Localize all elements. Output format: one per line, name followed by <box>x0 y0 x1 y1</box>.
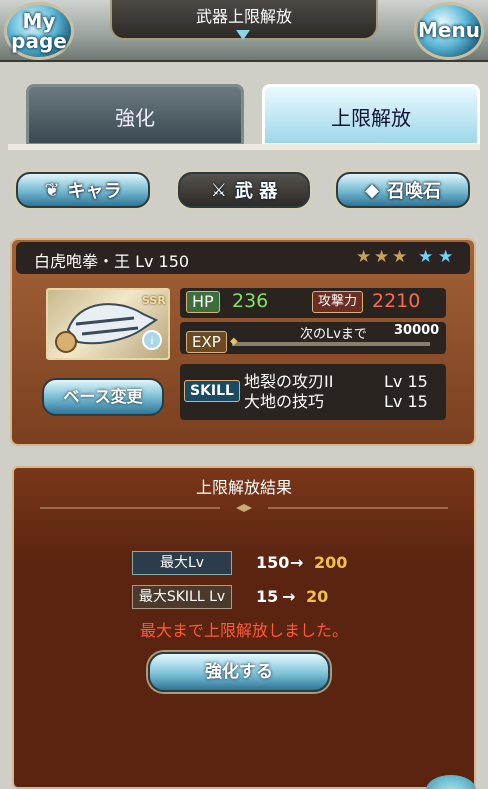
attack-label: 攻撃力 <box>312 291 364 313</box>
rarity-star-blue-icon: ★ <box>418 247 434 267</box>
skill-level: Lv 15 <box>384 372 428 391</box>
exp-label: EXP <box>186 331 227 353</box>
max-skill-new: 20 <box>306 587 329 606</box>
completion-message: 最大まで上限解放しました。 <box>139 621 348 640</box>
skill-label: SKILL <box>184 380 240 402</box>
max-level-label: 最大Lv <box>132 551 232 575</box>
rarity-star-icon: ★ <box>392 247 408 267</box>
skill-level: Lv 15 <box>384 392 428 411</box>
enhance-button[interactable]: 強化する <box>148 652 330 692</box>
attack-value: 2210 <box>372 290 421 312</box>
crossed-swords-icon: ⚔ <box>210 179 227 201</box>
tab-divider <box>8 144 480 150</box>
tab-enhance[interactable]: 強化 <box>26 84 244 146</box>
weapon-name: 白虎咆拳・王 Lv 150 <box>34 252 190 271</box>
result-title: 上限解放結果 <box>195 478 292 497</box>
page-title-text: 武器上限解放 <box>195 7 292 26</box>
mypage-label: My page <box>11 9 67 53</box>
category-weapon-label: 武 器 <box>234 181 278 202</box>
crystal-icon: ◆ <box>365 179 379 201</box>
menu-button[interactable]: Menu <box>414 2 484 60</box>
rarity-badge: SSR <box>142 294 166 307</box>
hp-value: 236 <box>232 290 269 312</box>
max-level-new: 200 <box>314 553 348 572</box>
menu-label: Menu <box>418 18 480 42</box>
base-change-button[interactable]: ベース変更 <box>42 378 164 416</box>
arrow-right-icon: → <box>282 587 296 606</box>
category-summon-label: 召喚石 <box>386 181 441 202</box>
title-dropdown-icon <box>236 30 250 40</box>
skill-name: 大地の技巧 <box>244 392 325 411</box>
rarity-star-icon: ★ <box>356 247 372 267</box>
weapon-portrait[interactable]: i SSR <box>46 288 170 360</box>
max-skill-label: 最大SKILL Lv <box>132 585 232 609</box>
hp-label: HP <box>186 291 220 313</box>
skill-name: 地裂の攻刃II <box>244 372 334 391</box>
rarity-star-blue-icon: ★ <box>438 247 454 267</box>
max-level-old: 150 <box>256 553 290 572</box>
category-summon-button[interactable]: ◆ 召喚石 <box>336 172 470 208</box>
category-weapon-button[interactable]: ⚔ 武 器 <box>178 172 310 208</box>
next-level-label: 次のLvまで <box>300 327 367 342</box>
chara-icon: ❦ <box>44 179 60 201</box>
category-chara-label: キャラ <box>67 181 122 202</box>
exp-progress-bar <box>232 342 430 346</box>
next-level-value: 30000 <box>394 323 440 338</box>
page-title: 武器上限解放 <box>110 0 378 40</box>
tab-limit-break[interactable]: 上限解放 <box>262 84 480 146</box>
exp-marker-icon: ◆ <box>230 336 238 347</box>
mypage-button[interactable]: My page <box>4 2 74 60</box>
arrow-right-icon: → <box>290 553 304 572</box>
svg-text:i: i <box>150 334 153 347</box>
ornament-divider-icon <box>40 504 448 512</box>
rarity-star-icon: ★ <box>374 247 390 267</box>
max-skill-old: 15 <box>256 587 279 606</box>
category-chara-button[interactable]: ❦ キャラ <box>16 172 150 208</box>
